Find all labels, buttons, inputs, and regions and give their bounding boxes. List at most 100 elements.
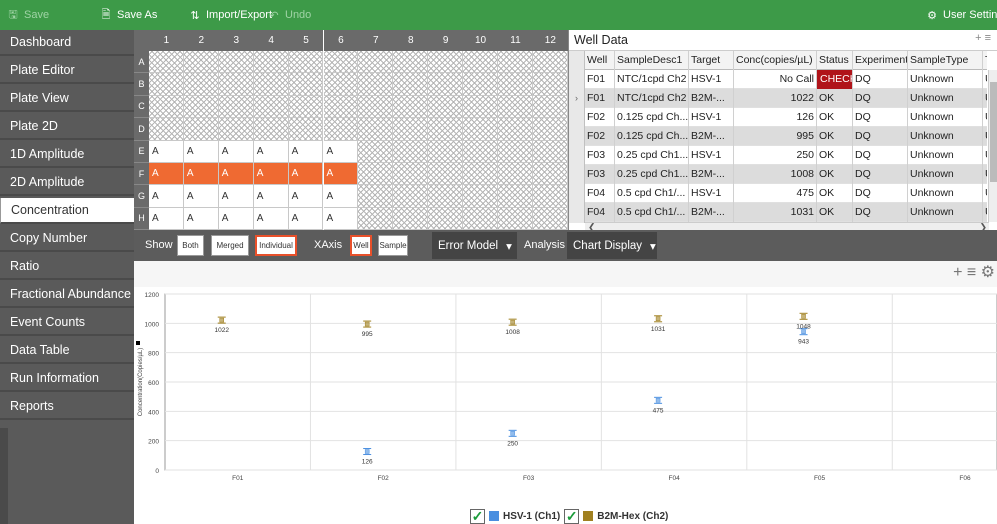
plate-well[interactable] xyxy=(253,73,289,96)
plate-well[interactable] xyxy=(498,207,533,231)
table-row[interactable]: F040.5 cpd Ch1/...HSV-1475OKDQUnknownU xyxy=(569,184,987,203)
column-header[interactable]: T xyxy=(983,51,987,70)
plate-well[interactable]: A xyxy=(149,207,184,231)
plate-well[interactable]: A xyxy=(183,163,219,186)
plate-well[interactable] xyxy=(358,163,394,186)
plate-well[interactable] xyxy=(498,163,533,186)
plate-well[interactable] xyxy=(253,95,289,119)
plate-well[interactable] xyxy=(358,118,394,141)
plate-well[interactable] xyxy=(532,207,568,231)
plate-well[interactable]: A xyxy=(288,140,324,163)
plate-well[interactable] xyxy=(498,95,533,119)
table-row[interactable]: F01NTC/1cpd Ch2HSV-1No CallCHECKDQUnknow… xyxy=(569,70,987,89)
plate-well[interactable] xyxy=(428,185,464,208)
column-header[interactable]: Conc(copies/µL) xyxy=(734,51,817,70)
plate-well[interactable]: A xyxy=(323,207,359,231)
column-header[interactable]: Well xyxy=(585,51,615,70)
table-row[interactable]: F04 0.5 cpd Ch1/... B2M-... 1031 OK DQ Unknown… xyxy=(569,203,987,222)
plate-well[interactable] xyxy=(498,118,533,141)
plate-well[interactable] xyxy=(288,118,324,141)
save-as-button[interactable]: 🗎 Save As xyxy=(100,0,158,30)
hsv-checkbox[interactable]: ✓ xyxy=(470,508,485,524)
plate-well[interactable]: A xyxy=(183,185,219,208)
plate-well[interactable] xyxy=(218,95,254,119)
table-row[interactable]: F020.125 cpd Ch...HSV-1126OKDQUnknownU xyxy=(569,108,987,127)
plate-well[interactable] xyxy=(498,140,533,163)
plate-well[interactable] xyxy=(149,95,184,119)
b2m-checkbox[interactable]: ✓ xyxy=(564,508,580,524)
sidebar-item-run-information[interactable]: Run Information xyxy=(0,366,134,392)
plate-well[interactable]: A xyxy=(218,140,254,163)
plate-well[interactable] xyxy=(358,140,394,163)
save-button[interactable]: 🖫 Save xyxy=(7,0,49,30)
plate-well[interactable]: A xyxy=(323,185,359,208)
plate-well[interactable] xyxy=(532,51,568,74)
plate-well[interactable] xyxy=(428,207,464,231)
plate-well[interactable] xyxy=(218,51,254,74)
undo-button[interactable]: ↶ Undo xyxy=(268,0,311,30)
plate-well[interactable] xyxy=(428,118,464,141)
table-row[interactable]: F020.125 cpd Ch...B2M-...995OKDQUnknownU xyxy=(569,127,987,146)
sidebar-item-event-counts[interactable]: Event Counts xyxy=(0,310,134,336)
plate-well[interactable]: A xyxy=(183,140,219,163)
plate-well[interactable] xyxy=(532,73,568,96)
plate-well[interactable] xyxy=(183,73,219,96)
plate-well[interactable] xyxy=(393,163,429,186)
plate-well[interactable]: A xyxy=(218,185,254,208)
plate-well[interactable] xyxy=(532,140,568,163)
plate-well[interactable] xyxy=(358,95,394,119)
plate-well[interactable]: A xyxy=(323,163,359,186)
plate-well[interactable] xyxy=(393,51,429,74)
plate-well[interactable] xyxy=(323,51,359,74)
plate-well[interactable] xyxy=(498,185,533,208)
column-header[interactable]: Target xyxy=(689,51,734,70)
plate-well[interactable] xyxy=(428,95,464,119)
plate-well[interactable] xyxy=(463,118,498,141)
plate-well[interactable]: A xyxy=(253,140,289,163)
user-settings-button[interactable]: ⚙ User Settings xyxy=(926,0,997,30)
sidebar-item-plate-2d[interactable]: Plate 2D xyxy=(0,114,134,140)
plate-well[interactable] xyxy=(218,118,254,141)
sidebar-item-dashboard[interactable]: Dashboard xyxy=(0,30,134,56)
plate-well[interactable]: A xyxy=(288,185,324,208)
plate-well[interactable]: A xyxy=(218,207,254,231)
plate-well[interactable] xyxy=(532,95,568,119)
error-model-dropdown[interactable]: Error Model ▾ xyxy=(432,232,517,259)
sidebar-item-fractional-abundance[interactable]: Fractional Abundance xyxy=(0,282,134,308)
sidebar-item-plate-view[interactable]: Plate View xyxy=(0,86,134,112)
plate-well[interactable] xyxy=(463,73,498,96)
plate-well[interactable] xyxy=(428,140,464,163)
plate-well[interactable]: A xyxy=(149,140,184,163)
sample-button[interactable]: Sample xyxy=(378,235,408,256)
plate-well[interactable] xyxy=(358,73,394,96)
plate-well[interactable] xyxy=(532,163,568,186)
table-row[interactable]: ›F01NTC/1cpd Ch2B2M-...1022OKDQUnknownU xyxy=(569,89,987,108)
plate-well[interactable] xyxy=(463,140,498,163)
sidebar-item-copy-number[interactable]: Copy Number xyxy=(0,226,134,252)
plate-well[interactable]: A xyxy=(323,140,359,163)
sidebar-item-data-table[interactable]: Data Table xyxy=(0,338,134,364)
plate-well[interactable] xyxy=(288,51,324,74)
column-header[interactable]: SampleType xyxy=(908,51,983,70)
plate-well[interactable] xyxy=(463,51,498,74)
individual-button[interactable]: Individual xyxy=(255,235,297,256)
column-header[interactable]: SampleDesc1 xyxy=(615,51,689,70)
import-export-button[interactable]: ⇅ Import/Export xyxy=(189,0,272,30)
plate-well[interactable] xyxy=(393,207,429,231)
plate-well[interactable]: A xyxy=(253,207,289,231)
plate-well[interactable] xyxy=(393,118,429,141)
plate-well[interactable] xyxy=(288,95,324,119)
table-row[interactable]: F03 0.25 cpd Ch1... B2M-... 1008 OK DQ Unknown… xyxy=(569,165,987,184)
sidebar-item-2d-amplitude[interactable]: 2D Amplitude xyxy=(0,170,134,196)
sidebar-item-concentration[interactable]: Concentration xyxy=(0,198,134,224)
plate-well[interactable] xyxy=(498,73,533,96)
plate-well[interactable] xyxy=(358,185,394,208)
plate-well[interactable] xyxy=(149,51,184,74)
plate-well[interactable] xyxy=(218,73,254,96)
plate-well[interactable] xyxy=(323,118,359,141)
sidebar-item-ratio[interactable]: Ratio xyxy=(0,254,134,280)
merged-button[interactable]: Merged xyxy=(211,235,249,256)
plate-well[interactable]: A xyxy=(149,185,184,208)
plate-well[interactable] xyxy=(149,118,184,141)
plate-well[interactable] xyxy=(323,73,359,96)
